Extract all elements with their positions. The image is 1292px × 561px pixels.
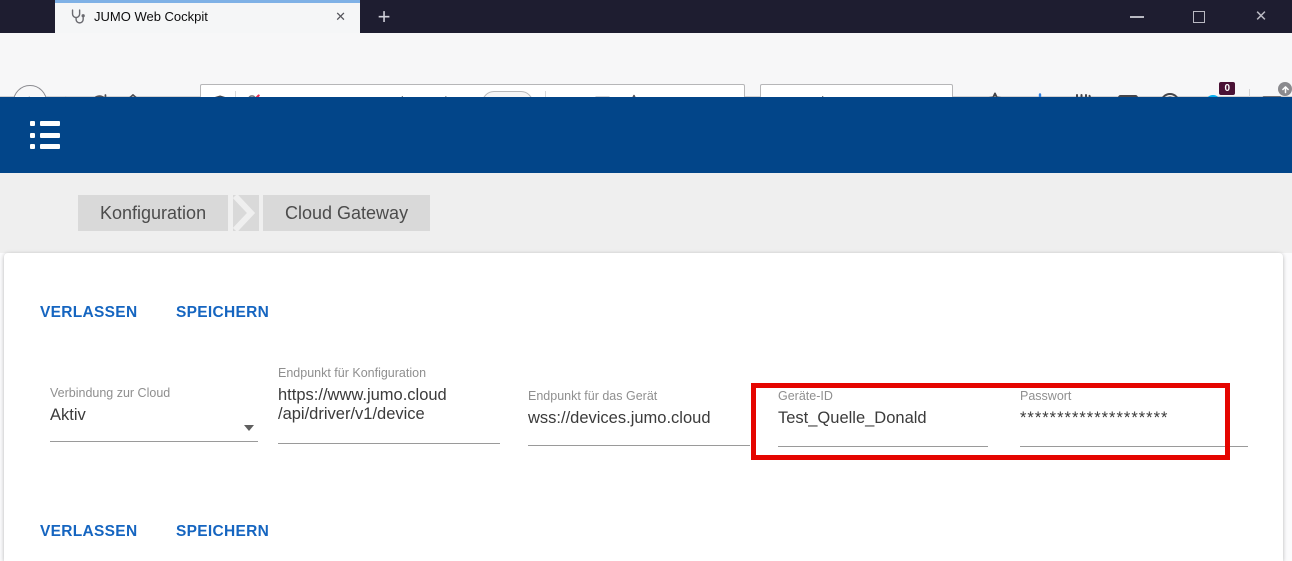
browser-tab[interactable]: JUMO Web Cockpit ✕ xyxy=(55,0,360,33)
field-value: Test_Quelle_Donald xyxy=(778,409,988,428)
extension-badge: 0 xyxy=(1219,82,1235,95)
update-badge-icon xyxy=(1278,82,1292,96)
breadcrumb-item-konfiguration[interactable]: Konfiguration xyxy=(78,195,228,231)
field-value: ******************** xyxy=(1020,409,1248,428)
verbindung-zur-cloud-select[interactable]: Verbindung zur Cloud Aktiv xyxy=(50,386,258,442)
leave-button-bottom[interactable]: VERLASSEN xyxy=(40,523,137,541)
endpunkt-konfiguration-field[interactable]: Endpunkt für Konfiguration https://www.j… xyxy=(278,366,500,444)
window-controls: ✕ xyxy=(1106,0,1292,33)
leave-button-top[interactable]: VERLASSEN xyxy=(40,304,137,322)
breadcrumb-chevron-icon xyxy=(233,195,259,231)
browser-toolbar: 193.24.15.207:8090/pages/con 90% ••• xyxy=(0,33,1292,97)
field-label: Endpunkt für das Gerät xyxy=(528,389,750,403)
field-label: Passwort xyxy=(1020,389,1248,403)
endpunkt-geraet-field[interactable]: Endpunkt für das Gerät wss://devices.jum… xyxy=(528,389,750,446)
field-label: Geräte-ID xyxy=(778,389,988,403)
chevron-down-icon xyxy=(244,425,254,431)
minimize-icon xyxy=(1130,16,1144,18)
list-line xyxy=(40,144,60,149)
window-maximize-button[interactable] xyxy=(1168,0,1230,33)
field-value: wss://devices.jumo.cloud xyxy=(528,409,750,428)
list-line xyxy=(40,121,60,126)
close-icon: ✕ xyxy=(1255,9,1268,24)
save-button-top[interactable]: SPEICHERN xyxy=(176,304,269,322)
window-minimize-button[interactable] xyxy=(1106,0,1168,33)
list-dot xyxy=(30,144,35,149)
breadcrumb: Konfiguration Cloud Gateway xyxy=(0,173,1292,253)
stethoscope-favicon-icon xyxy=(69,8,86,25)
field-value-line1: https://www.jumo.cloud xyxy=(278,386,500,405)
field-value: Aktiv xyxy=(50,406,258,425)
new-tab-button[interactable]: + xyxy=(366,0,402,33)
save-button-bottom[interactable]: SPEICHERN xyxy=(176,523,269,541)
tab-title: JUMO Web Cockpit xyxy=(94,9,331,24)
tab-close-icon[interactable]: ✕ xyxy=(331,7,350,27)
field-value-line2: /api/driver/v1/device xyxy=(278,405,500,424)
breadcrumb-item-cloud-gateway[interactable]: Cloud Gateway xyxy=(263,195,430,231)
active-tab-stripe xyxy=(55,0,360,3)
list-line xyxy=(40,133,60,138)
maximize-icon xyxy=(1193,11,1205,23)
window-close-button[interactable]: ✕ xyxy=(1230,0,1292,33)
passwort-field[interactable]: Passwort ******************** xyxy=(1020,389,1248,447)
geraete-id-field[interactable]: Geräte-ID Test_Quelle_Donald xyxy=(778,389,988,447)
app-header: JUMO Web Cockpit xyxy=(0,97,1292,173)
screen: JUMO Web Cockpit ✕ + ✕ xyxy=(0,0,1292,561)
list-dot xyxy=(30,133,35,138)
list-dot xyxy=(30,121,35,126)
browser-titlebar: JUMO Web Cockpit ✕ + ✕ xyxy=(0,0,1292,33)
menu-list-icon[interactable] xyxy=(30,121,60,149)
field-label: Verbindung zur Cloud xyxy=(50,386,258,400)
field-label: Endpunkt für Konfiguration xyxy=(278,366,500,380)
